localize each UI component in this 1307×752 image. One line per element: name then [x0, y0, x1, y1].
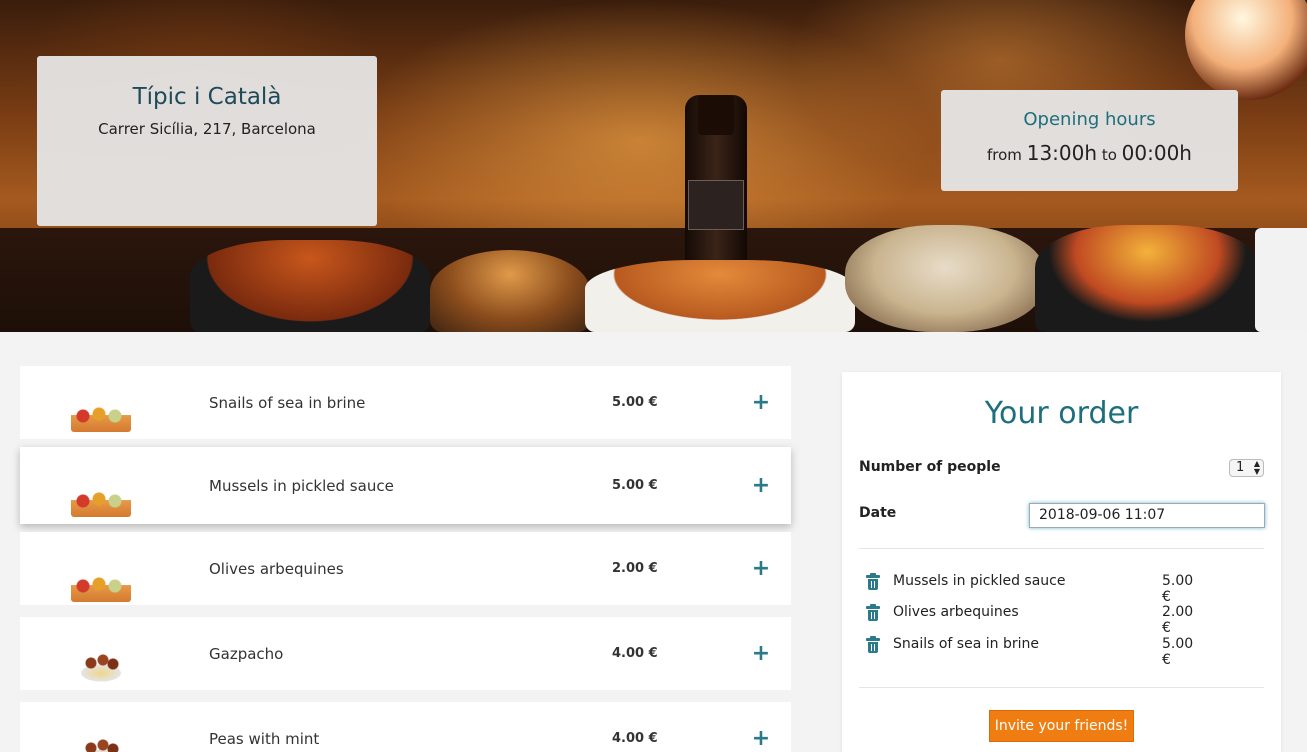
add-item-button[interactable]: +: [750, 557, 772, 580]
close-time: 00:00h: [1121, 141, 1192, 165]
order-title: Your order: [984, 396, 1139, 431]
invite-friends-button[interactable]: Invite your friends!: [989, 710, 1134, 742]
date-label: Date: [859, 505, 897, 521]
bottle-neck-image: [698, 95, 734, 135]
menu-item: Peas with mint 4.00 € +: [20, 702, 791, 752]
order-line: Snails of sea in brine 5.00 €: [866, 635, 1206, 668]
add-item-button[interactable]: +: [750, 391, 772, 414]
order-line-name: Olives arbequines: [893, 604, 1019, 620]
divider: [859, 687, 1264, 688]
fries-image: [585, 260, 855, 332]
tapas-image: [71, 394, 131, 432]
opening-hours-title: Opening hours: [1023, 109, 1156, 130]
menu-item-price: 5.00 €: [612, 395, 658, 410]
order-line-price: 5.00 €: [1162, 636, 1194, 668]
order-line-price: 2.00 €: [1162, 604, 1194, 636]
menu-item-name: Olives arbequines: [209, 559, 344, 578]
to-label: to: [1101, 146, 1117, 164]
people-value: 1: [1236, 460, 1245, 475]
tapas-image: [71, 479, 131, 517]
restaurant-info-card: Típic i Català Carrer Sicília, 217, Barc…: [37, 56, 377, 226]
restaurant-name: Típic i Català: [132, 84, 282, 110]
trash-icon[interactable]: [866, 604, 880, 621]
people-select[interactable]: 1 ▲ ▼: [1229, 459, 1264, 477]
opening-hours-range: from 13:00h to 00:00h: [941, 141, 1238, 165]
tapas-image: [71, 564, 131, 602]
add-item-button[interactable]: +: [750, 642, 772, 665]
order-panel: Your order Number of people 1 ▲ ▼ Date 20…: [842, 372, 1281, 752]
order-line: Mussels in pickled sauce 5.00 €: [866, 572, 1206, 605]
order-line-name: Snails of sea in brine: [893, 636, 1039, 652]
menu-item-price: 4.00 €: [612, 731, 658, 746]
menu-item-price: 5.00 €: [612, 478, 658, 493]
menu-item-name: Snails of sea in brine: [209, 393, 366, 412]
add-item-button[interactable]: +: [750, 474, 772, 497]
pasta-image: [71, 647, 131, 685]
menu-item-name: Gazpacho: [209, 644, 284, 663]
people-label: Number of people: [859, 459, 1001, 475]
burger-image: [430, 250, 590, 332]
menu-item: Snails of sea in brine 5.00 € +: [20, 366, 791, 439]
menu-item-name: Peas with mint: [209, 729, 320, 748]
menu-item: Olives arbequines 2.00 € +: [20, 532, 791, 605]
menu-item: Mussels in pickled sauce 5.00 € +: [20, 447, 791, 524]
dish-egg-image: [1035, 225, 1260, 332]
menu-item-name: Mussels in pickled sauce: [209, 476, 394, 495]
order-line-price: 5.00 €: [1162, 573, 1194, 605]
trash-icon[interactable]: [866, 573, 880, 590]
dish-image: [190, 240, 430, 332]
menu-item: Gazpacho 4.00 € +: [20, 617, 791, 690]
open-time: 13:00h: [1026, 141, 1098, 165]
hero-banner: Típic i Català Carrer Sicília, 217, Barc…: [0, 0, 1307, 332]
date-input[interactable]: 2018-09-06 11:07: [1029, 503, 1265, 528]
wrap-image: [845, 225, 1045, 332]
from-label: from: [987, 146, 1022, 164]
opening-hours-card: Opening hours from 13:00h to 00:00h: [941, 90, 1238, 191]
bottle-label-image: [688, 180, 744, 230]
restaurant-address: Carrer Sicília, 217, Barcelona: [98, 120, 316, 138]
order-line-name: Mussels in pickled sauce: [893, 573, 1066, 589]
stepper-arrows-icon: ▲ ▼: [1253, 459, 1260, 476]
trash-icon[interactable]: [866, 636, 880, 653]
menu-item-price: 2.00 €: [612, 561, 658, 576]
pasta-image: [71, 732, 131, 752]
add-item-button[interactable]: +: [750, 727, 772, 750]
cup-image: [1255, 228, 1307, 332]
order-line: Olives arbequines 2.00 €: [866, 603, 1206, 636]
divider: [859, 548, 1264, 549]
menu-item-price: 4.00 €: [612, 646, 658, 661]
